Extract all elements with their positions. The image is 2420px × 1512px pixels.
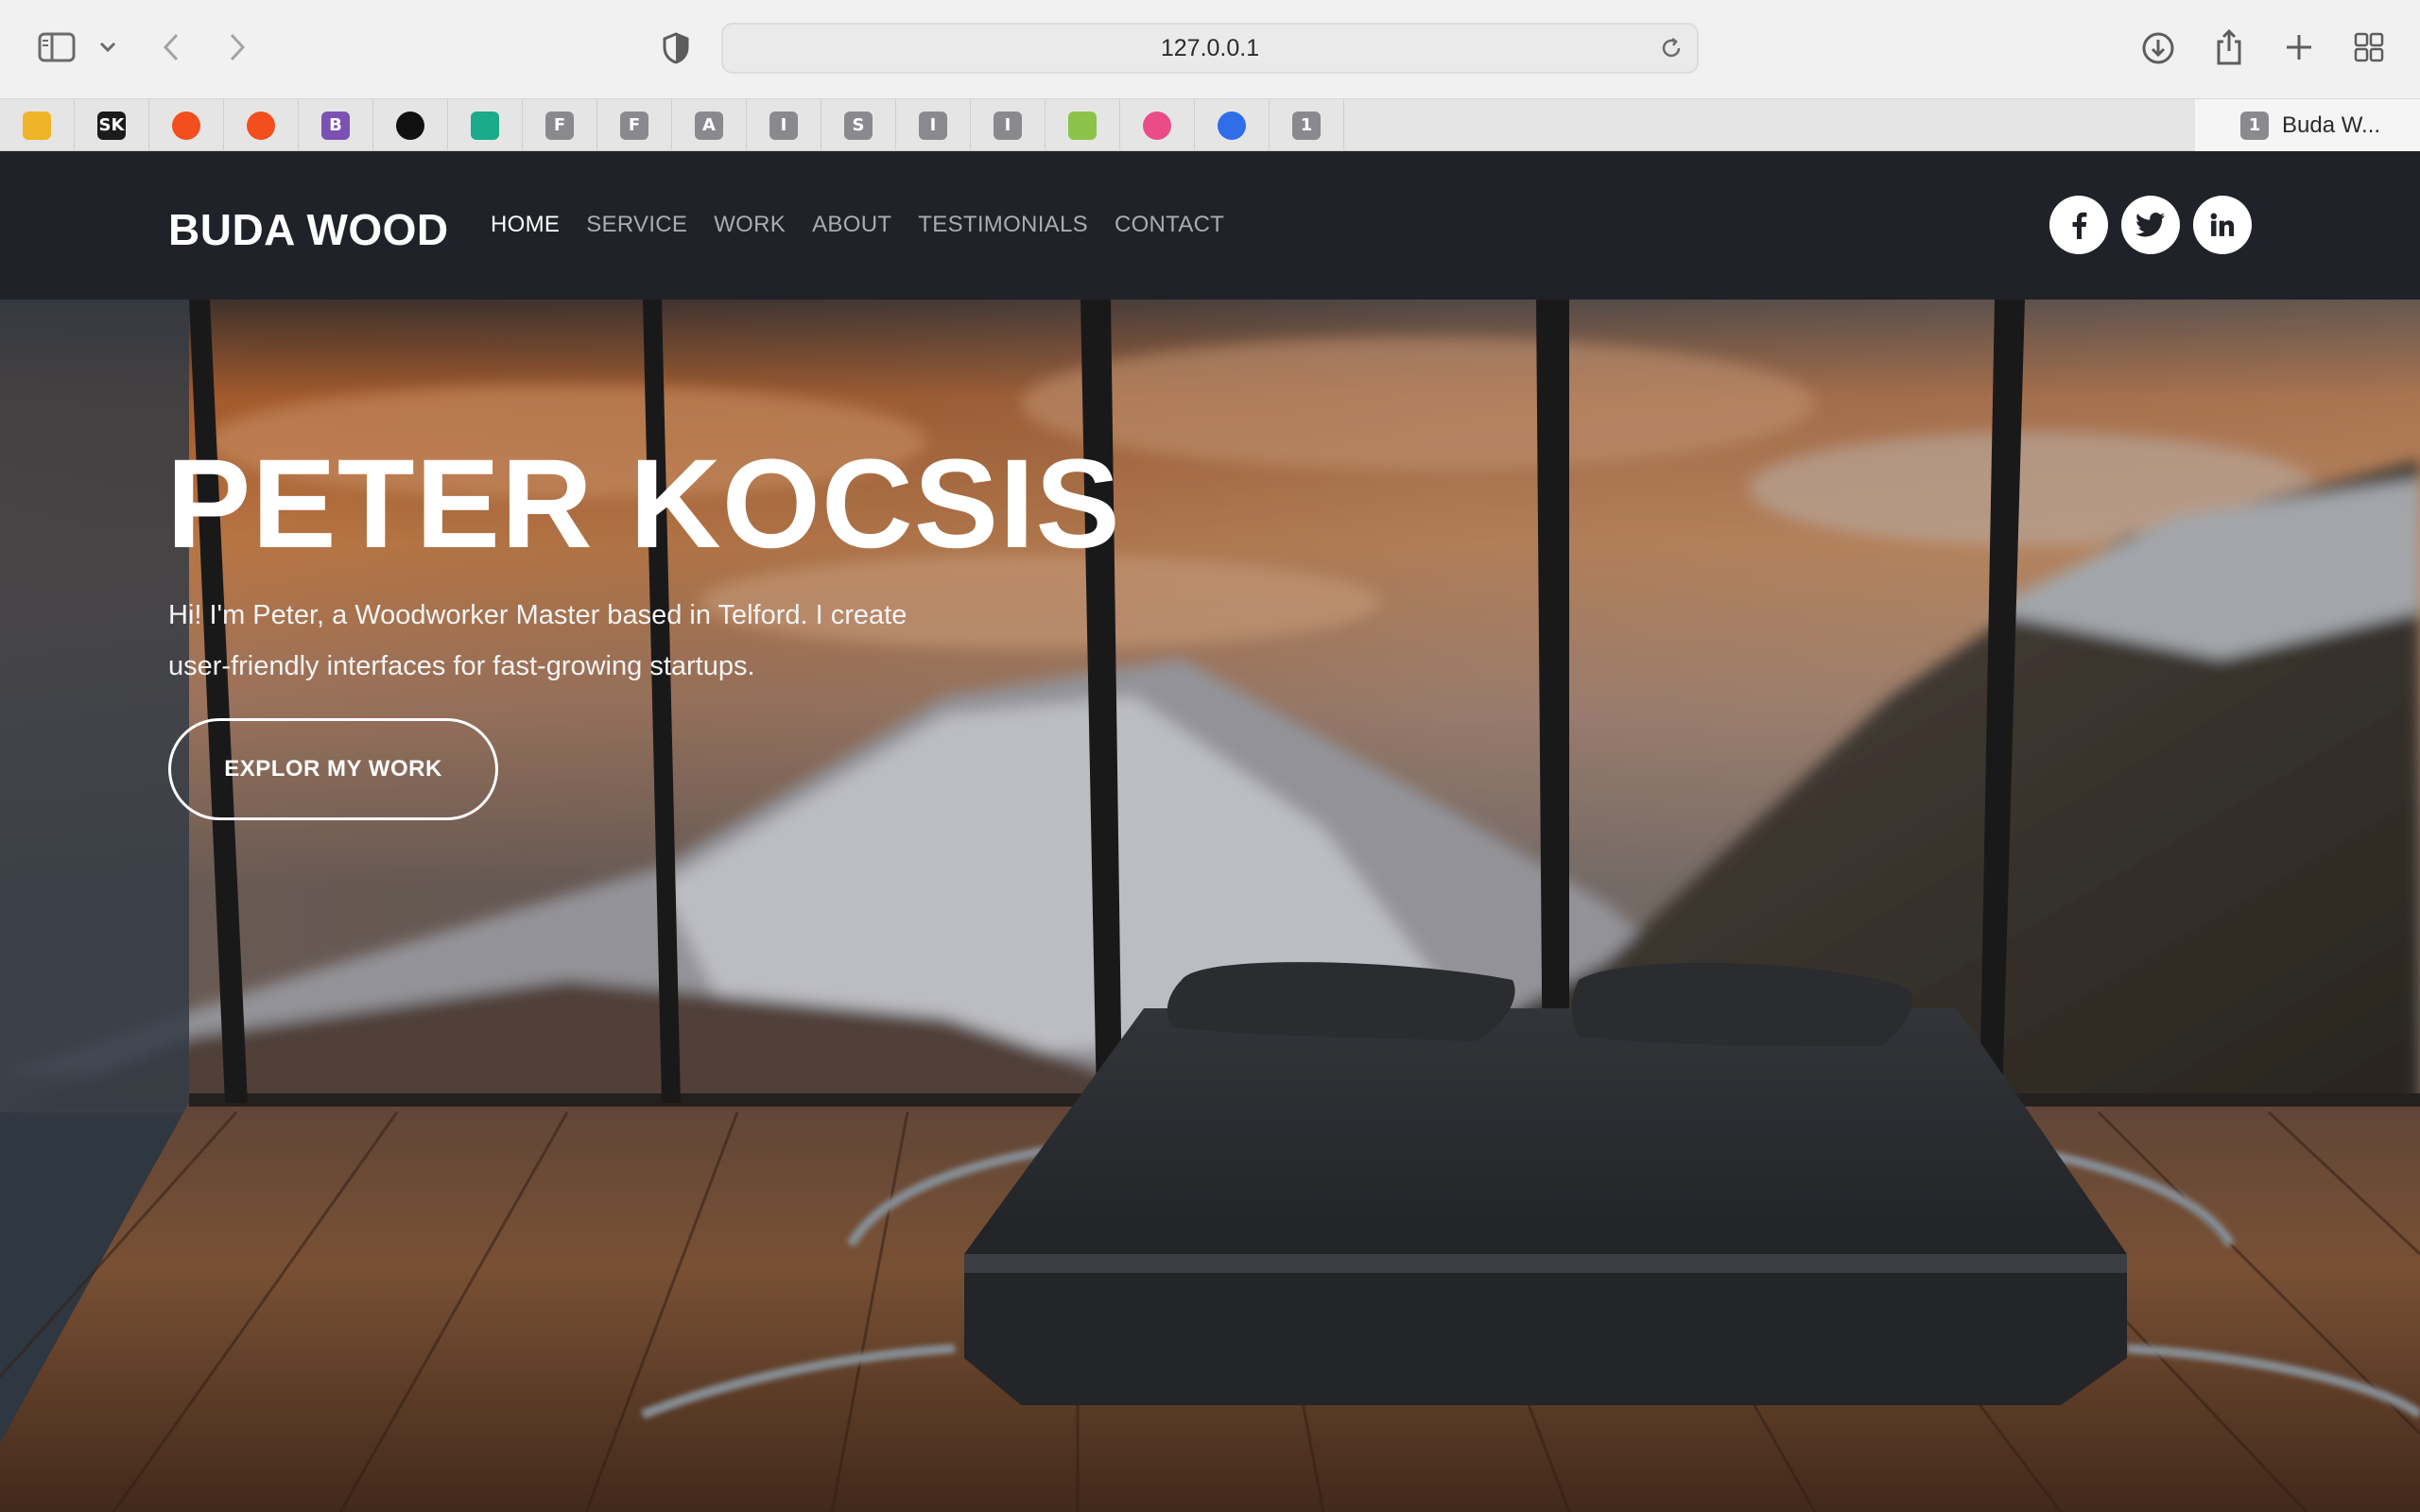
- address-bar[interactable]: 127.0.0.1: [721, 23, 1699, 74]
- main-nav: HOME SERVICE WORK ABOUT TESTIMONIALS CON…: [491, 212, 1251, 238]
- letter-favicon: 1: [1292, 111, 1321, 140]
- share-icon[interactable]: [2212, 26, 2246, 68]
- sidebar-icon[interactable]: [36, 28, 78, 66]
- dribbble-favicon: [1143, 111, 1171, 140]
- nav-home[interactable]: HOME: [491, 212, 560, 238]
- nav-work[interactable]: WORK: [714, 212, 786, 238]
- browser-toolbar: 127.0.0.1: [0, 0, 2420, 98]
- hero-section: PETER KOCSIS Hi! I'm Peter, a Woodworker…: [0, 300, 2420, 1512]
- forward-icon[interactable]: [223, 28, 251, 66]
- browser-tab[interactable]: [1046, 99, 1120, 151]
- c-swirl-favicon: [1218, 111, 1246, 140]
- nav-service[interactable]: SERVICE: [586, 212, 687, 238]
- linkedin-icon[interactable]: [2193, 196, 2252, 254]
- site-header: BUDA WOOD HOME SERVICE WORK ABOUT TESTIM…: [0, 151, 2420, 300]
- browser-tab[interactable]: I: [896, 99, 971, 151]
- back-icon[interactable]: [157, 28, 185, 66]
- facebook-icon[interactable]: [2049, 196, 2108, 254]
- letter-favicon: S: [844, 111, 873, 140]
- letter-favicon: I: [769, 111, 798, 140]
- nav-contact[interactable]: CONTACT: [1115, 212, 1224, 238]
- github-favicon: [396, 111, 424, 140]
- browser-tab[interactable]: F: [597, 99, 672, 151]
- nav-about[interactable]: ABOUT: [812, 212, 891, 238]
- browser-tab[interactable]: I: [747, 99, 821, 151]
- browser-tab[interactable]: I: [971, 99, 1046, 151]
- browser-tab[interactable]: [149, 99, 224, 151]
- browser-tab[interactable]: S: [821, 99, 896, 151]
- letter-favicon: I: [994, 111, 1022, 140]
- brand-logo[interactable]: BUDA WOOD: [168, 204, 449, 255]
- new-tab-icon[interactable]: [2282, 30, 2316, 64]
- browser-tab[interactable]: F: [523, 99, 597, 151]
- browser-tab[interactable]: [1195, 99, 1270, 151]
- figma-favicon: [247, 111, 275, 140]
- letter-favicon: 1: [2240, 111, 2269, 140]
- bootstrap-favicon: B: [321, 111, 350, 140]
- tab-bar: SK B F F A I S I I 1 1 Buda W...: [0, 98, 2420, 151]
- browser-tab[interactable]: SK: [75, 99, 149, 151]
- chevron-down-icon[interactable]: [96, 38, 119, 57]
- letter-favicon: A: [695, 111, 723, 140]
- sk-favicon: SK: [97, 111, 126, 140]
- letter-favicon: F: [545, 111, 574, 140]
- browser-tab[interactable]: [448, 99, 523, 151]
- tab-title: Buda W...: [2282, 112, 2381, 138]
- explore-work-button[interactable]: EXPLOR MY WORK: [168, 718, 498, 820]
- browser-tab[interactable]: 1: [1270, 99, 1344, 151]
- download-icon[interactable]: [2140, 30, 2176, 66]
- tab-overview-icon[interactable]: [2352, 30, 2386, 64]
- figma-favicon: [172, 111, 200, 140]
- avatar-favicon: [23, 111, 51, 140]
- hero-title: PETER KOCSIS: [166, 434, 1121, 575]
- nav-testimonials[interactable]: TESTIMONIALS: [918, 212, 1088, 238]
- letter-favicon: I: [919, 111, 947, 140]
- privacy-shield-icon[interactable]: [660, 30, 692, 66]
- green-grid-favicon: [1068, 111, 1097, 140]
- browser-tab[interactable]: [224, 99, 299, 151]
- browser-tab[interactable]: [373, 99, 448, 151]
- url-text[interactable]: 127.0.0.1: [723, 25, 1697, 72]
- letter-favicon: F: [620, 111, 648, 140]
- browser-tab[interactable]: [1120, 99, 1195, 151]
- hero-description: Hi! I'm Peter, a Woodworker Master based…: [168, 600, 908, 681]
- active-tab[interactable]: 1 Buda W...: [2195, 99, 2420, 151]
- twitter-icon[interactable]: [2121, 196, 2180, 254]
- check-diamond-favicon: [471, 111, 499, 140]
- social-links: [2036, 196, 2252, 254]
- browser-tab[interactable]: A: [672, 99, 747, 151]
- reload-icon[interactable]: [1659, 36, 1684, 65]
- browser-tab[interactable]: [0, 99, 75, 151]
- browser-tab[interactable]: B: [299, 99, 373, 151]
